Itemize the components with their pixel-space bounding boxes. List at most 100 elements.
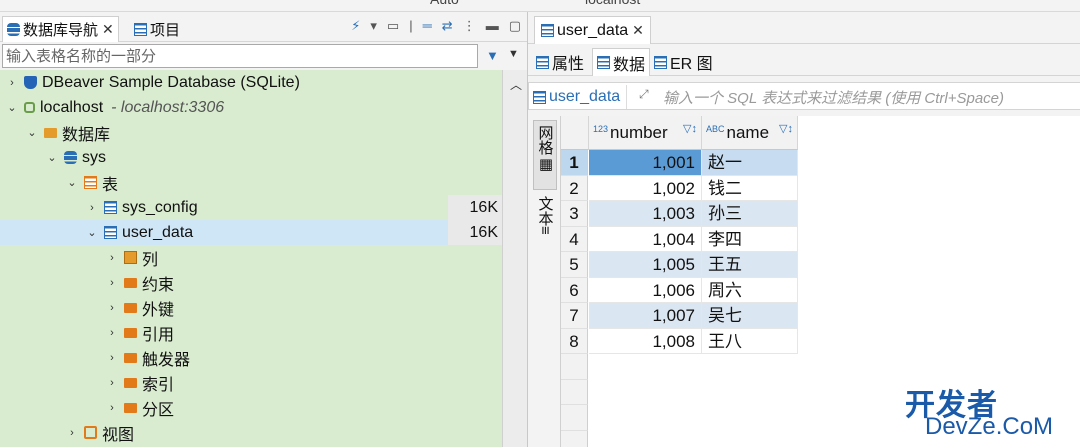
chevron-down-icon[interactable]: ⌄ bbox=[26, 126, 38, 139]
cell-name[interactable]: 吴七 bbox=[702, 303, 798, 329]
expand-icon[interactable]: ⤢ bbox=[639, 87, 649, 102]
results-grid: 123 number ▽↕ ABC name ▽↕ 1 1,001 赵一 2 1,002… bbox=[560, 116, 1080, 447]
filter-icon[interactable]: ▼ bbox=[486, 48, 499, 63]
cell-name[interactable]: 赵一 bbox=[702, 150, 798, 176]
dropdown-icon[interactable]: ▾ bbox=[370, 18, 377, 34]
row-number[interactable]: 7 bbox=[561, 303, 588, 329]
toolbar-remnant-localhost: localhost bbox=[585, 0, 640, 7]
text-icon: ≡ bbox=[536, 226, 554, 235]
row-number[interactable]: 5 bbox=[561, 252, 588, 278]
separator: | bbox=[409, 18, 413, 33]
row-number[interactable]: 4 bbox=[561, 226, 588, 252]
chevron-down-icon[interactable]: ⌄ bbox=[6, 101, 18, 114]
editor-tab-bar: user_data ✕ bbox=[528, 12, 1080, 44]
tree-item-sys[interactable]: ⌄ sys bbox=[0, 145, 502, 170]
column-header-name[interactable]: ABC name ▽↕ bbox=[702, 116, 798, 150]
tab-er-diagram[interactable]: ER 图 bbox=[650, 48, 717, 76]
cell-number[interactable]: 1,001 bbox=[589, 150, 702, 176]
connect-icon[interactable]: ⚡ bbox=[351, 18, 360, 34]
table-name-filter-input[interactable] bbox=[2, 44, 478, 68]
chevron-right-icon[interactable]: › bbox=[106, 302, 118, 314]
view-menu-icon[interactable]: ⋮ bbox=[463, 18, 476, 34]
properties-icon bbox=[536, 55, 549, 69]
tab-text[interactable]: 文本 ≡ bbox=[533, 196, 557, 256]
tree-item-localhost[interactable]: ⌄ localhost - localhost:3306 bbox=[0, 95, 502, 120]
editor-subtabs: 属性 数据 ER 图 bbox=[528, 46, 1080, 76]
tree-item-user-data[interactable]: ⌄ user_data 16K bbox=[0, 220, 502, 245]
cell-number[interactable]: 1,006 bbox=[589, 277, 702, 303]
chevron-right-icon[interactable]: › bbox=[106, 277, 118, 289]
tree-item-foreign-keys[interactable]: › 外键 bbox=[0, 295, 502, 320]
chevron-down-icon[interactable]: ⌄ bbox=[46, 151, 58, 164]
maximize-icon[interactable]: ▢ bbox=[509, 18, 521, 34]
tree-item-constraints[interactable]: › 约束 bbox=[0, 270, 502, 295]
sort-filter-icon[interactable]: ▽↕ bbox=[779, 122, 793, 135]
tree-item-triggers[interactable]: › 触发器 bbox=[0, 345, 502, 370]
chevron-up-icon[interactable]: ︿ bbox=[510, 76, 522, 93]
chevron-right-icon[interactable]: › bbox=[66, 427, 78, 439]
row-number-empty bbox=[561, 379, 588, 405]
tree-item-views[interactable]: › 视图 bbox=[0, 420, 502, 445]
tab-label: 数据库导航 bbox=[23, 22, 99, 39]
cell-number[interactable]: 1,005 bbox=[589, 252, 702, 278]
chevron-down-icon[interactable]: ▼ bbox=[508, 48, 519, 60]
tab-projects[interactable]: 项目 bbox=[130, 16, 184, 42]
collapse-all-icon[interactable]: ═ bbox=[423, 18, 432, 34]
cell-name[interactable]: 王八 bbox=[702, 328, 798, 354]
row-number[interactable]: 3 bbox=[561, 201, 588, 227]
chevron-down-icon[interactable]: ⌄ bbox=[66, 176, 78, 189]
cell-name[interactable]: 李四 bbox=[702, 226, 798, 252]
cell-name[interactable]: 孙三 bbox=[702, 201, 798, 227]
chevron-right-icon[interactable]: › bbox=[106, 377, 118, 389]
grid-header-empty bbox=[798, 116, 1080, 150]
tree-item-databases[interactable]: ⌄ 数据库 bbox=[0, 120, 502, 145]
tab-properties[interactable]: 属性 bbox=[532, 48, 588, 76]
cell-name[interactable]: 钱二 bbox=[702, 175, 798, 201]
tab-database-navigator[interactable]: 数据库导航 ✕ bbox=[2, 16, 119, 42]
tree-item-sys-config[interactable]: › sys_config 16K bbox=[0, 195, 502, 220]
cell-number[interactable]: 1,002 bbox=[589, 175, 702, 201]
close-icon[interactable]: ✕ bbox=[632, 22, 644, 39]
row-number[interactable]: 1 bbox=[561, 150, 588, 176]
row-number[interactable]: 2 bbox=[561, 175, 588, 201]
tree-scrollbar[interactable]: ︿ bbox=[502, 70, 527, 447]
cell-number[interactable]: 1,007 bbox=[589, 303, 702, 329]
toolbar-remnant-auto: Auto bbox=[430, 0, 459, 7]
link-editor-icon[interactable]: ⇄ bbox=[442, 18, 453, 34]
schema-icon bbox=[64, 151, 77, 164]
tree-item-tables[interactable]: ⌄ 表 bbox=[0, 170, 502, 195]
sort-filter-icon[interactable]: ▽↕ bbox=[683, 122, 697, 135]
cell-number[interactable]: 1,003 bbox=[589, 201, 702, 227]
sql-filter-input[interactable]: 输入一个 SQL 表达式来过滤结果 (使用 Ctrl+Space) bbox=[663, 87, 1004, 108]
chevron-right-icon[interactable]: › bbox=[6, 77, 18, 89]
tab-user-data[interactable]: user_data ✕ bbox=[534, 16, 651, 44]
tree-item-partitions[interactable]: › 分区 bbox=[0, 395, 502, 420]
chevron-down-icon[interactable]: ⌄ bbox=[86, 226, 98, 239]
minimize-icon[interactable]: ▬ bbox=[486, 18, 499, 34]
folder-icon bbox=[124, 377, 137, 388]
cell-number[interactable]: 1,004 bbox=[589, 226, 702, 252]
chevron-right-icon[interactable]: › bbox=[106, 327, 118, 339]
row-number[interactable]: 8 bbox=[561, 328, 588, 354]
tree-item-sample-db[interactable]: › DBeaver Sample Database (SQLite) bbox=[0, 70, 502, 95]
navigator-toolbar: ⚡ ▾ ▭ | ═ ⇄ ⋮ ▬ ▢ bbox=[351, 18, 521, 34]
tab-grid[interactable]: 网格 ▦ bbox=[533, 120, 557, 190]
chevron-right-icon[interactable]: › bbox=[106, 352, 118, 364]
tree-item-indexes[interactable]: › 索引 bbox=[0, 370, 502, 395]
column-header-number[interactable]: 123 number ▽↕ bbox=[589, 116, 702, 150]
tab-data[interactable]: 数据 bbox=[592, 48, 651, 76]
tree-item-columns[interactable]: › 列 bbox=[0, 245, 502, 270]
tree-item-references[interactable]: › 引用 bbox=[0, 320, 502, 345]
chevron-right-icon[interactable]: › bbox=[106, 402, 118, 414]
folder-icon bbox=[124, 402, 137, 413]
close-icon[interactable]: ✕ bbox=[102, 21, 114, 38]
new-folder-icon[interactable]: ▭ bbox=[387, 18, 399, 34]
cell-name[interactable]: 周六 bbox=[702, 277, 798, 303]
grid-corner bbox=[561, 116, 589, 150]
cell-number[interactable]: 1,008 bbox=[589, 328, 702, 354]
chevron-right-icon[interactable]: › bbox=[106, 252, 118, 264]
cell-name[interactable]: 王五 bbox=[702, 252, 798, 278]
table-icon bbox=[533, 90, 546, 104]
row-number[interactable]: 6 bbox=[561, 277, 588, 303]
chevron-right-icon[interactable]: › bbox=[86, 202, 98, 214]
